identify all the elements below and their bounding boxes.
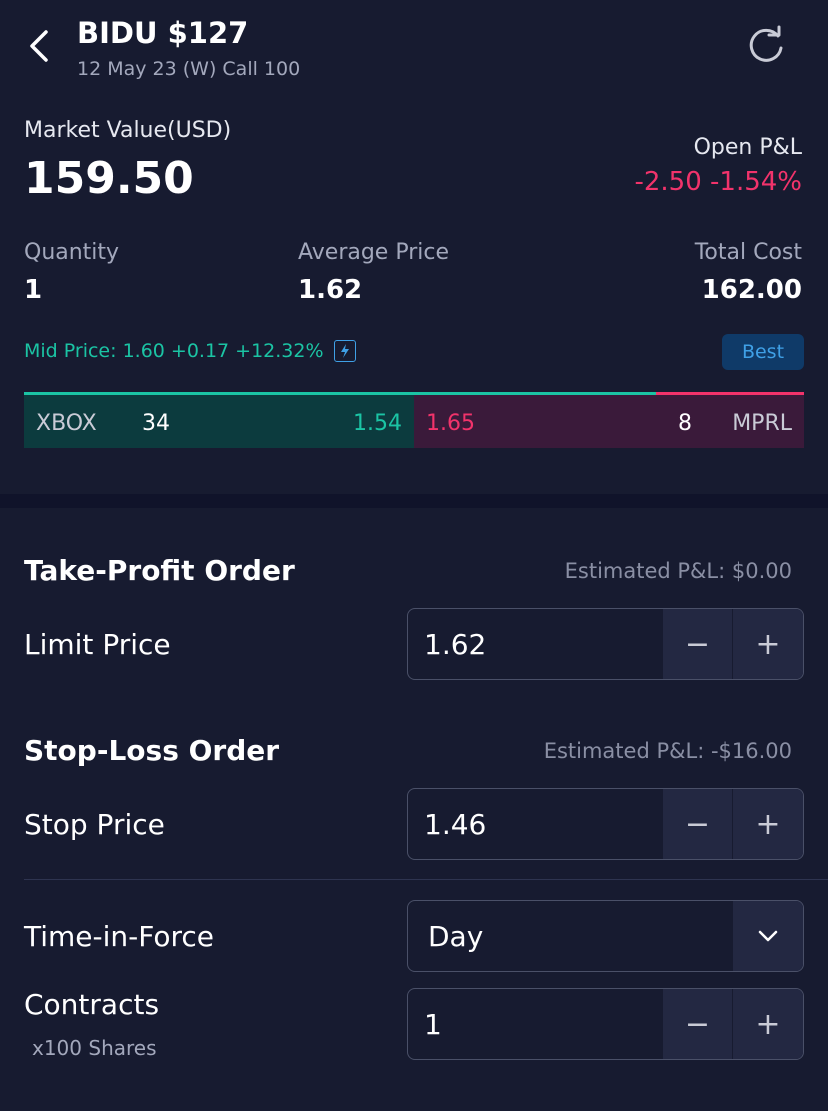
ask-side: 1.65 8 MPRL [414,392,804,448]
ask-price: 1.65 [426,411,475,436]
quantity-label: Quantity [24,240,120,265]
plus-icon: + [755,626,781,662]
contracts-label: Contracts [24,988,160,1021]
bid-ask-bar: XBOX 34 1.54 1.65 8 MPRL [24,392,804,448]
chevron-left-icon [30,30,48,62]
contracts-increment-button[interactable]: + [733,989,803,1059]
minus-icon: − [684,1006,711,1042]
mid-price-text: Mid Price: 1.60 +0.17 +12.32% [24,340,324,362]
limit-price-label: Limit Price [24,628,171,661]
refresh-button[interactable] [744,24,788,68]
stop-price-input[interactable]: 1.46 [408,789,663,859]
ask-exchange: MPRL [732,411,792,436]
time-in-force-label: Time-in-Force [24,920,215,953]
take-profit-estimated-pnl: Estimated P&L: $0.00 [564,559,792,583]
stop-price-stepper: 1.46 − + [407,788,804,860]
bid-size: 34 [142,411,170,436]
take-profit-title: Take-Profit Order [24,554,295,587]
chevron-down-icon [733,901,803,971]
open-pnl-value: -2.50 -1.54% [634,167,802,197]
total-cost-label: Total Cost [694,240,802,265]
stop-loss-estimated-pnl: Estimated P&L: -$16.00 [543,739,792,763]
contracts-decrement-button[interactable]: − [663,989,733,1059]
ask-size: 8 [678,411,692,436]
average-price-value: 1.62 [298,275,363,305]
limit-price-stepper: 1.62 − + [407,608,804,680]
divider [24,879,828,880]
quantity-value: 1 [24,275,43,305]
plus-icon: + [755,1006,781,1042]
plus-icon: + [755,806,781,842]
stop-price-decrement-button[interactable]: − [663,789,733,859]
market-value: 159.50 [24,153,194,204]
section-separator [0,494,828,508]
ask-indicator [656,392,804,395]
bid-price: 1.54 [353,411,402,436]
total-cost-value: 162.00 [701,275,802,305]
bid-side: XBOX 34 1.54 [24,392,414,448]
back-button[interactable] [22,26,58,66]
lightning-icon[interactable] [333,340,356,362]
stop-price-increment-button[interactable]: + [733,789,803,859]
average-price-label: Average Price [298,240,450,265]
stop-price-label: Stop Price [24,808,165,841]
stop-loss-title: Stop-Loss Order [24,734,280,767]
best-button[interactable]: Best [722,334,804,370]
contracts-shares-label: x100 Shares [32,1036,157,1060]
limit-price-decrement-button[interactable]: − [663,609,733,679]
limit-price-increment-button[interactable]: + [733,609,803,679]
minus-icon: − [684,806,711,842]
mid-price: Mid Price: 1.60 +0.17 +12.32% [24,340,356,362]
minus-icon: − [684,626,711,662]
contract-subtitle: 12 May 23 (W) Call 100 [77,58,301,80]
bid-exchange: XBOX [36,411,97,436]
open-pnl-label: Open P&L [693,135,802,160]
contracts-input[interactable]: 1 [408,989,663,1059]
contracts-stepper: 1 − + [407,988,804,1060]
limit-price-input[interactable]: 1.62 [408,609,663,679]
time-in-force-select[interactable]: Day [407,900,804,972]
market-value-label: Market Value(USD) [24,118,232,143]
page-title: BIDU $127 [77,16,249,50]
refresh-icon [749,25,783,62]
time-in-force-value: Day [428,919,484,953]
